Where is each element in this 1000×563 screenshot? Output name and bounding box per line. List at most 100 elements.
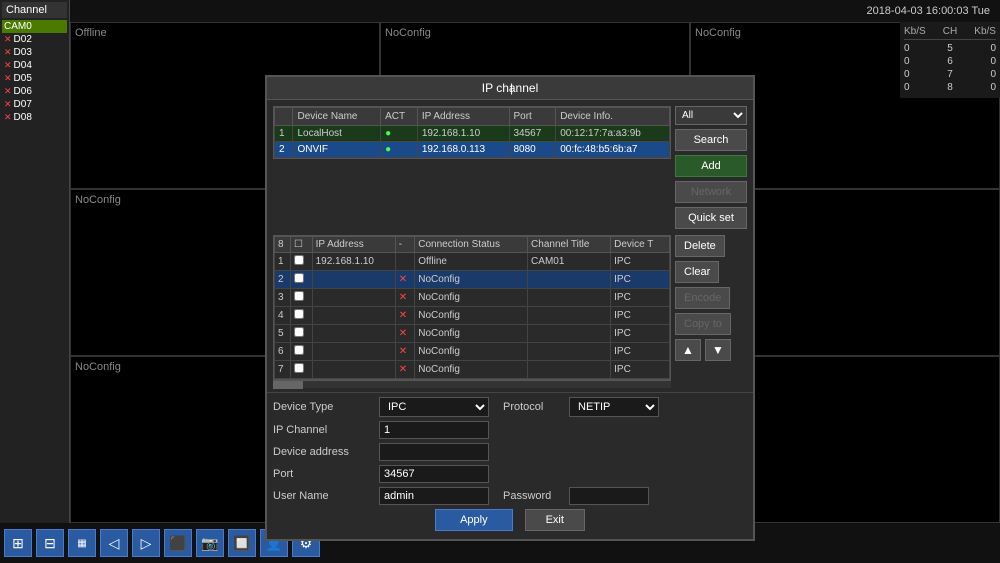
ch-act-3: ✕ [395,289,415,307]
port-label: Port [273,468,373,480]
search-button[interactable]: Search [675,129,747,151]
search-ip-2: 192.168.0.113 [417,142,509,158]
bottom-icon-grid8[interactable]: ⊟ [36,529,64,557]
ch-row-4[interactable]: 4 ✕ NoConfig IPC [275,307,670,325]
device-type-select[interactable]: IPC DVR NVR [379,397,489,417]
ch-act-1 [395,253,415,271]
ch-title-5 [528,325,611,343]
bottom-icon-grid4[interactable]: ⊞ [4,529,32,557]
ch-check-6[interactable] [290,343,312,361]
network-button[interactable]: Network [675,181,747,203]
stats-panel: Kb/S CH Kb/S 0 5 0 0 6 0 0 7 0 0 8 0 [900,22,1000,98]
protocol-label: Protocol [503,401,563,413]
stats-row-5: 0 5 0 [904,42,996,55]
channel-section: 8 ☐ IP Address - Connection Status Chann… [267,235,753,392]
ch-check-2[interactable] [290,271,312,289]
search-row-2[interactable]: 2 ONVIF ● 192.168.0.113 8080 00:fc:48:b5… [275,142,670,158]
encode-button[interactable]: Encode [675,287,730,309]
search-name-2: ONVIF [293,142,381,158]
exit-button[interactable]: Exit [525,509,585,531]
sidebar-item-d02[interactable]: ✕ D02 [2,33,67,46]
ch-type-6: IPC [611,343,670,361]
filter-select[interactable]: All H.264 ONVIF [675,106,747,125]
stats-right-6: 0 [990,56,996,67]
x-icon-d05: ✕ [4,73,12,84]
ch-check-1[interactable] [290,253,312,271]
d03-label: D03 [14,47,32,58]
ch-status-3: NoConfig [415,289,528,307]
bottom-icon-record[interactable]: 🔲 [228,529,256,557]
stats-left-8: 0 [904,82,910,93]
bottom-icon-prev[interactable]: ◁ [100,529,128,557]
ch-ip-1: 192.168.1.10 [312,253,395,271]
search-col-info: Device Info. [556,108,670,126]
ch-check-7[interactable] [290,361,312,379]
sidebar-item-d06[interactable]: ✕ D06 [2,85,67,98]
ch-row-7[interactable]: 7 ✕ NoConfig IPC [275,361,670,379]
protocol-select[interactable]: NETIP ONVIF RTSP [569,397,659,417]
sidebar-item-d05[interactable]: ✕ D05 [2,72,67,85]
d05-label: D05 [14,73,32,84]
password-input[interactable] [569,487,649,505]
port-input[interactable] [379,465,489,483]
ch-row-2[interactable]: 2 ✕ NoConfig IPC [275,271,670,289]
dialog-title-text: IP channel [482,81,539,95]
ch-title-7 [528,361,611,379]
ch-act-5: ✕ [395,325,415,343]
ch-act-7: ✕ [395,361,415,379]
stats-ch-header: CH [943,26,957,37]
search-num-2: 2 [275,142,293,158]
add-button[interactable]: Add [675,155,747,177]
stats-row-6: 0 6 0 [904,55,996,68]
sidebar-item-d04[interactable]: ✕ D04 [2,59,67,72]
noconfig-label-5: NoConfig [75,361,121,373]
bottom-icon-stop[interactable]: ⬛ [164,529,192,557]
bottom-icon-next[interactable]: ▷ [132,529,160,557]
ch-type-4: IPC [611,307,670,325]
quick-set-button[interactable]: Quick set [675,207,747,229]
sidebar-item-d07[interactable]: ✕ D07 [2,98,67,111]
ch-check-5[interactable] [290,325,312,343]
bottom-icon-grid16[interactable]: ▦ [68,529,96,557]
noconfig-label-3: NoConfig [75,194,121,206]
x-icon-d02: ✕ [4,34,12,45]
ch-row-6[interactable]: 6 ✕ NoConfig IPC [275,343,670,361]
ch-num-7: 7 [275,361,291,379]
copy-to-button[interactable]: Copy to [675,313,731,335]
ch-num-3: 3 [275,289,291,307]
ch-status-6: NoConfig [415,343,528,361]
ch-ip-2 [312,271,395,289]
ch-act-4: ✕ [395,307,415,325]
search-buttons: All H.264 ONVIF Search Add Network Quick… [675,106,747,229]
arrow-up-button[interactable]: ▲ [675,339,701,361]
sidebar: Channel CAM0 ✕ D02 ✕ D03 ✕ D04 ✕ D05 ✕ D… [0,0,70,563]
ip-channel-input[interactable] [379,421,489,439]
device-address-row: Device address [273,443,747,461]
horizontal-scrollbar[interactable] [273,380,671,388]
apply-button[interactable]: Apply [435,509,513,531]
search-act-1: ● [381,126,418,142]
device-address-input[interactable] [379,443,489,461]
ch-ip-7 [312,361,395,379]
stats-row-8: 0 8 0 [904,81,996,94]
stats-ch-5: 5 [947,43,953,54]
delete-button[interactable]: Delete [675,235,725,257]
ch-row-1[interactable]: 1 192.168.1.10 Offline CAM01 IPC [275,253,670,271]
ch-check-3[interactable] [290,289,312,307]
ch-row-3[interactable]: 3 ✕ NoConfig IPC [275,289,670,307]
sidebar-item-d03[interactable]: ✕ D03 [2,46,67,59]
bottom-icon-camera[interactable]: 📷 [196,529,224,557]
ch-row-5[interactable]: 5 ✕ NoConfig IPC [275,325,670,343]
sidebar-item-cam0[interactable]: CAM0 [2,20,67,33]
ch-num-4: 4 [275,307,291,325]
ch-act-6: ✕ [395,343,415,361]
stats-ch-8: 8 [947,82,953,93]
username-input[interactable] [379,487,489,505]
arrow-down-button[interactable]: ▼ [705,339,731,361]
stats-left-5: 0 [904,43,910,54]
search-row-1[interactable]: 1 LocalHost ● 192.168.1.10 34567 00:12:1… [275,126,670,142]
ch-check-4[interactable] [290,307,312,325]
noconfig-label-1: NoConfig [385,27,431,39]
sidebar-item-d08[interactable]: ✕ D08 [2,111,67,124]
clear-button[interactable]: Clear [675,261,719,283]
